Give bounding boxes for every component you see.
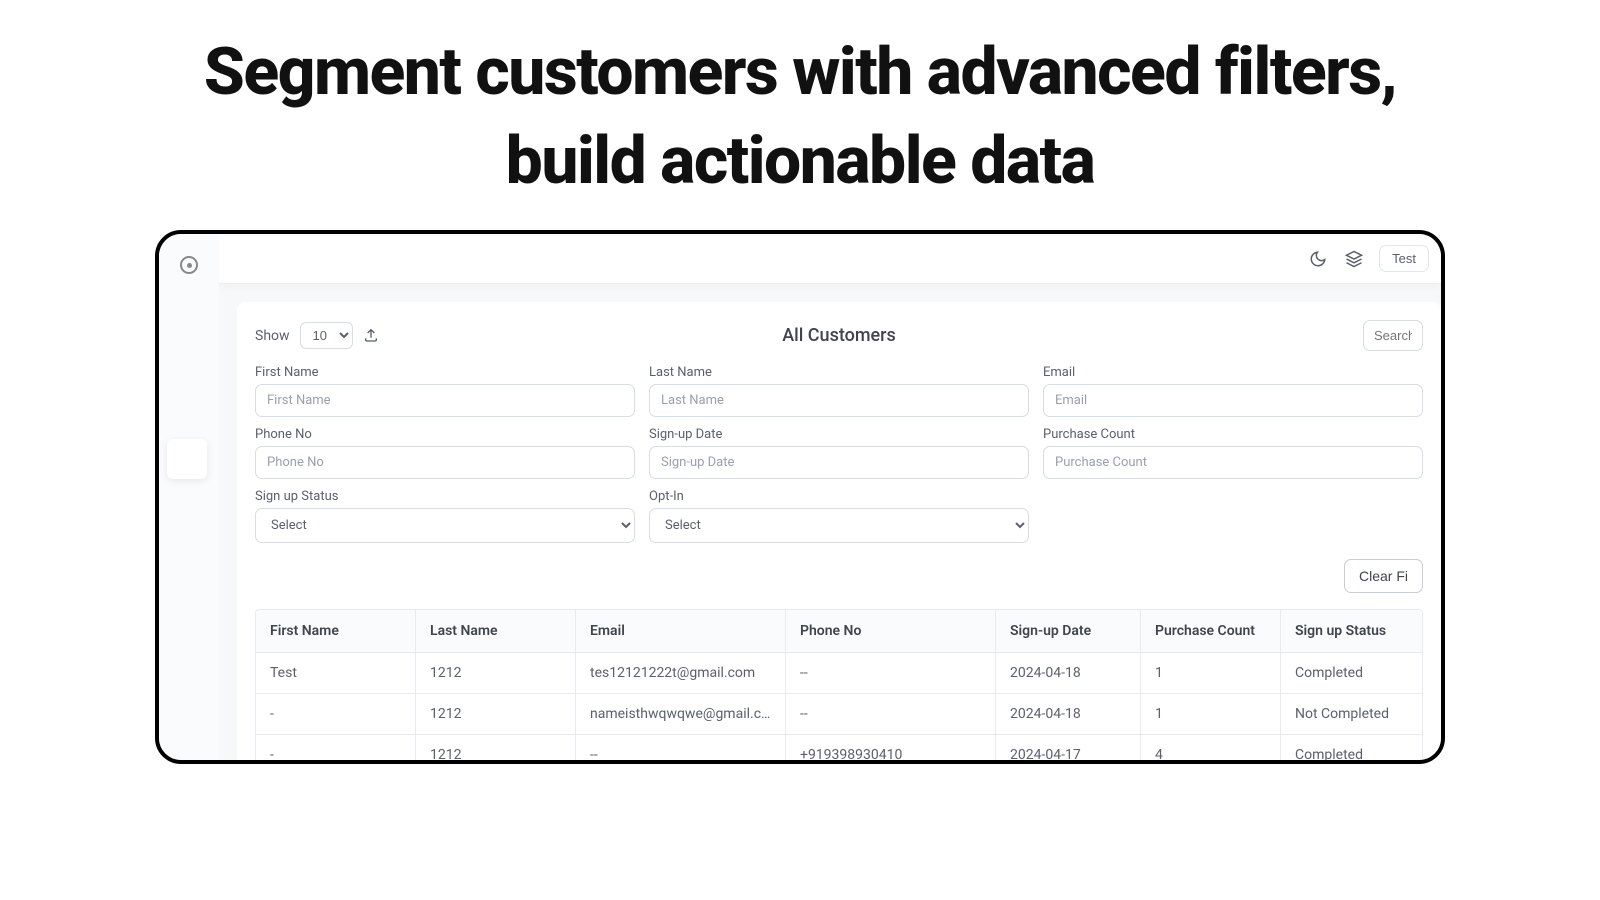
cell-phone: -- <box>786 653 996 694</box>
clear-filters-button[interactable]: Clear Fi <box>1344 559 1423 593</box>
table-row[interactable]: - 1212 nameisthwqwqwe@gmail.c... -- 2024… <box>256 694 1422 735</box>
email-input[interactable] <box>1043 384 1423 417</box>
cell-date: 2024-04-18 <box>996 653 1141 694</box>
last-name-input[interactable] <box>649 384 1029 417</box>
cell-first-name: - <box>256 694 416 735</box>
cell-email: nameisthwqwqwe@gmail.c... <box>576 694 786 735</box>
optin-label: Opt-In <box>649 489 1029 504</box>
first-name-input[interactable] <box>255 384 635 417</box>
sidebar-collapsed-tab[interactable] <box>167 439 207 479</box>
cell-count: 4 <box>1141 735 1281 760</box>
purchase-count-input[interactable] <box>1043 446 1423 479</box>
customers-panel: Show 10 All Customers First Name <box>237 302 1441 760</box>
cell-email: tes12121222t@gmail.com <box>576 653 786 694</box>
panel-header: Show 10 All Customers <box>255 320 1423 351</box>
filter-grid: First Name Last Name Email Phone No Sign… <box>255 365 1423 543</box>
cell-date: 2024-04-18 <box>996 694 1141 735</box>
th-purchase-count: Purchase Count <box>1141 610 1281 653</box>
target-icon <box>180 256 198 274</box>
moon-icon[interactable] <box>1307 248 1329 270</box>
phone-input[interactable] <box>255 446 635 479</box>
app-frame: Test Show 10 All Customers First <box>155 230 1445 764</box>
search-input[interactable] <box>1363 320 1423 351</box>
hero-headline: Segment customers with advanced filters,… <box>0 0 1600 206</box>
signup-status-label: Sign up Status <box>255 489 635 504</box>
user-badge[interactable]: Test <box>1379 245 1429 272</box>
customers-table: First Name Last Name Email Phone No Sign… <box>255 609 1423 760</box>
th-first-name: First Name <box>256 610 416 653</box>
th-last-name: Last Name <box>416 610 576 653</box>
table-row[interactable]: - 1212 -- +919398930410 2024-04-17 4 Com… <box>256 735 1422 760</box>
signup-status-select[interactable]: Select <box>255 508 635 543</box>
cell-count: 1 <box>1141 694 1281 735</box>
purchase-count-label: Purchase Count <box>1043 427 1423 442</box>
phone-label: Phone No <box>255 427 635 442</box>
signup-date-input[interactable] <box>649 446 1029 479</box>
cell-email: -- <box>576 735 786 760</box>
show-label: Show <box>255 328 290 344</box>
page-size-select[interactable]: 10 <box>300 322 353 349</box>
cell-count: 1 <box>1141 653 1281 694</box>
cell-phone: +919398930410 <box>786 735 996 760</box>
th-email: Email <box>576 610 786 653</box>
cell-status: Completed <box>1281 653 1423 694</box>
sidebar <box>159 234 219 760</box>
hero-line-2: build actionable data <box>506 123 1095 200</box>
cell-status: Completed <box>1281 735 1423 760</box>
panel-title: All Customers <box>782 325 896 346</box>
hero-line-1: Segment customers with advanced filters, <box>204 34 1396 111</box>
th-signup-status: Sign up Status <box>1281 610 1423 653</box>
signup-date-label: Sign-up Date <box>649 427 1029 442</box>
th-signup-date: Sign-up Date <box>996 610 1141 653</box>
first-name-label: First Name <box>255 365 635 380</box>
cell-last-name: 1212 <box>416 653 576 694</box>
cell-last-name: 1212 <box>416 735 576 760</box>
email-label: Email <box>1043 365 1423 380</box>
cell-status: Not Completed <box>1281 694 1423 735</box>
last-name-label: Last Name <box>649 365 1029 380</box>
optin-select[interactable]: Select <box>649 508 1029 543</box>
cell-last-name: 1212 <box>416 694 576 735</box>
layers-icon[interactable] <box>1343 248 1365 270</box>
topbar: Test <box>219 234 1441 284</box>
cell-first-name: Test <box>256 653 416 694</box>
cell-date: 2024-04-17 <box>996 735 1141 760</box>
cell-first-name: - <box>256 735 416 760</box>
export-icon[interactable] <box>363 327 381 345</box>
table-header-row: First Name Last Name Email Phone No Sign… <box>256 610 1422 653</box>
table-row[interactable]: Test 1212 tes12121222t@gmail.com -- 2024… <box>256 653 1422 694</box>
th-phone: Phone No <box>786 610 996 653</box>
cell-phone: -- <box>786 694 996 735</box>
